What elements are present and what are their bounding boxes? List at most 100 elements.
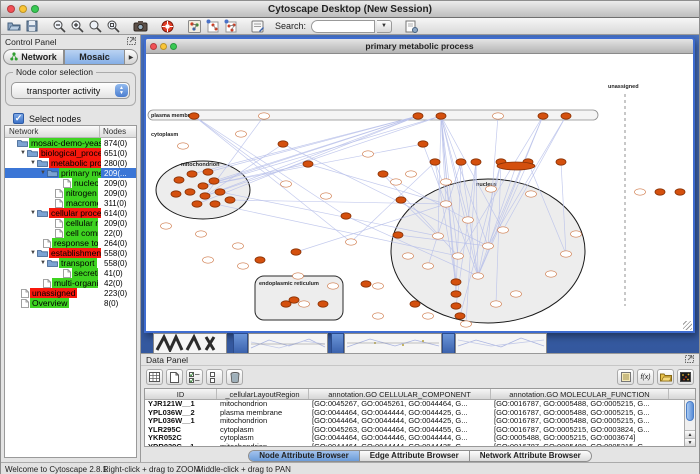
network-node-small[interactable]	[403, 253, 414, 259]
tree-row-unassigned[interactable]: unassigned223(0)	[5, 288, 136, 298]
tree-row-overview[interactable]: Overview8(0)	[5, 298, 136, 308]
network-node-small[interactable]	[373, 313, 384, 319]
background-window-fragment[interactable]	[442, 333, 455, 353]
control-panel-float-icon[interactable]	[127, 37, 136, 47]
tree-row-metabolic-process[interactable]: ▼metabolic process280(0)	[5, 158, 136, 168]
network-canvas[interactable]: plasma membranecytoplasmmitochondrionnuc…	[146, 54, 693, 331]
network-node-small[interactable]	[299, 301, 310, 307]
network-node-small[interactable]	[363, 151, 374, 157]
column-header-2[interactable]: annotation.GO CELLULAR_COMPONENT	[309, 389, 491, 399]
network-node[interactable]	[318, 301, 328, 307]
tree-row-cellular-metabo[interactable]: cellular metabo209(0)	[5, 218, 136, 228]
network-node-small[interactable]	[453, 253, 464, 259]
network-node-small[interactable]	[486, 186, 497, 192]
search-input[interactable]	[311, 20, 375, 33]
network-node[interactable]	[189, 113, 199, 119]
frame-minimize-button[interactable]	[160, 43, 167, 50]
select-nodes-checkbox[interactable]: ✓	[13, 113, 24, 124]
network-node[interactable]	[451, 291, 461, 297]
window-minimize-button[interactable]	[19, 5, 27, 13]
network-node[interactable]	[538, 113, 548, 119]
unselect-attributes-icon[interactable]	[206, 369, 223, 385]
network-node-small[interactable]	[178, 143, 189, 149]
expander-icon[interactable]: ▼	[19, 150, 27, 156]
table-row-YPL036W__1[interactable]: YPL036W__1mitochondrion[GO:0044464, GO:0…	[145, 417, 695, 426]
zoom-out-icon[interactable]	[51, 19, 67, 34]
network-node[interactable]	[210, 201, 220, 207]
network-node[interactable]	[209, 178, 219, 184]
network-node[interactable]	[451, 279, 461, 285]
network-node[interactable]	[255, 257, 265, 263]
tab-edge-attribute-browser[interactable]: Edge Attribute Browser	[360, 451, 470, 461]
network-node-small[interactable]	[561, 251, 572, 257]
network-node[interactable]	[200, 193, 210, 199]
window-zoom-button[interactable]	[31, 5, 39, 13]
frame-close-button[interactable]	[150, 43, 157, 50]
network-node-small[interactable]	[346, 239, 357, 245]
tree-row-response-to-stimul[interactable]: response to stimul264(0)	[5, 238, 136, 248]
tree-row-transport[interactable]: ▼transport558(0)	[5, 258, 136, 268]
tree-row-cellular-process[interactable]: ▼cellular process614(0)	[5, 208, 136, 218]
tree-row-nucleobase-[interactable]: nucleobase-209(0)	[5, 178, 136, 188]
column-header-3[interactable]: annotation.GO MOLECULAR_FUNCTION	[491, 389, 669, 399]
network-node[interactable]	[655, 189, 665, 195]
table-row-YDR039C__1[interactable]: YDR039C__1mitochondrion[GO:0044464, GO:0…	[145, 443, 695, 448]
expander-icon[interactable]: ▼	[39, 260, 47, 266]
attribute-matrix-icon[interactable]	[146, 369, 163, 385]
edit-network-nodes-icon[interactable]	[204, 19, 220, 34]
network-node-small[interactable]	[491, 301, 502, 307]
network-node-small[interactable]	[493, 113, 504, 119]
network-node-small[interactable]	[236, 131, 247, 137]
tree-row-establishment-of-lo[interactable]: ▼establishment of lo558(0)	[5, 248, 136, 258]
frame-resize-grip[interactable]	[683, 321, 692, 330]
select-attributes-icon[interactable]	[186, 369, 203, 385]
network-node[interactable]	[215, 189, 225, 195]
tab-overflow-button[interactable]: ▶	[125, 49, 138, 65]
tree-row-nitrogen-compo[interactable]: nitrogen compo209(0)	[5, 188, 136, 198]
network-node-small[interactable]	[203, 257, 214, 263]
network-node[interactable]	[451, 303, 461, 309]
network-node[interactable]	[361, 281, 371, 287]
compartment-mitochondrion[interactable]	[156, 161, 250, 219]
scrollbar-thumb[interactable]	[686, 401, 694, 421]
column-header-0[interactable]: ID	[145, 389, 217, 399]
network-node[interactable]	[410, 301, 420, 307]
network-node[interactable]	[396, 197, 406, 203]
network-node[interactable]	[187, 171, 197, 177]
tree-row-macromolecule[interactable]: macromolecule311(0)	[5, 198, 136, 208]
tab-node-attribute-browser[interactable]: Node Attribute Browser	[249, 451, 360, 461]
network-node[interactable]	[278, 141, 288, 147]
help-lifering-icon[interactable]	[159, 19, 175, 34]
table-vertical-scrollbar[interactable]: ▲ ▼	[684, 400, 695, 446]
background-window-fragment[interactable]	[233, 333, 248, 353]
edit-network-edges-icon[interactable]	[222, 19, 238, 34]
tree-row-secretion[interactable]: secretion41(0)	[5, 268, 136, 278]
network-node-small[interactable]	[161, 223, 172, 229]
open-icon[interactable]	[6, 19, 22, 34]
network-node[interactable]	[174, 177, 184, 183]
snapshot-camera-icon[interactable]	[132, 19, 148, 34]
network-node[interactable]	[171, 191, 181, 197]
network-node[interactable]	[378, 171, 388, 177]
network-node-small[interactable]	[238, 263, 249, 269]
zoom-selected-icon[interactable]	[105, 19, 121, 34]
network-node-small[interactable]	[196, 231, 207, 237]
network-node[interactable]	[556, 159, 566, 165]
expander-icon[interactable]: ▼	[29, 250, 37, 256]
network-node[interactable]	[341, 213, 351, 219]
network-node-small[interactable]	[571, 231, 582, 237]
background-window-fragment[interactable]	[455, 333, 547, 353]
vizmap-icon[interactable]	[186, 19, 202, 34]
search-options-icon[interactable]	[403, 19, 419, 34]
network-node-small[interactable]	[433, 233, 444, 239]
network-node-small[interactable]	[473, 273, 484, 279]
tab-network[interactable]: Network	[3, 49, 64, 65]
network-node[interactable]	[430, 159, 440, 165]
network-node-small[interactable]	[259, 113, 270, 119]
network-node[interactable]	[192, 201, 202, 207]
network-node-small[interactable]	[441, 179, 452, 185]
network-node[interactable]	[436, 113, 446, 119]
network-node-small[interactable]	[498, 227, 509, 233]
tree-column-network[interactable]: Network	[5, 126, 100, 137]
network-node-small[interactable]	[441, 201, 452, 207]
